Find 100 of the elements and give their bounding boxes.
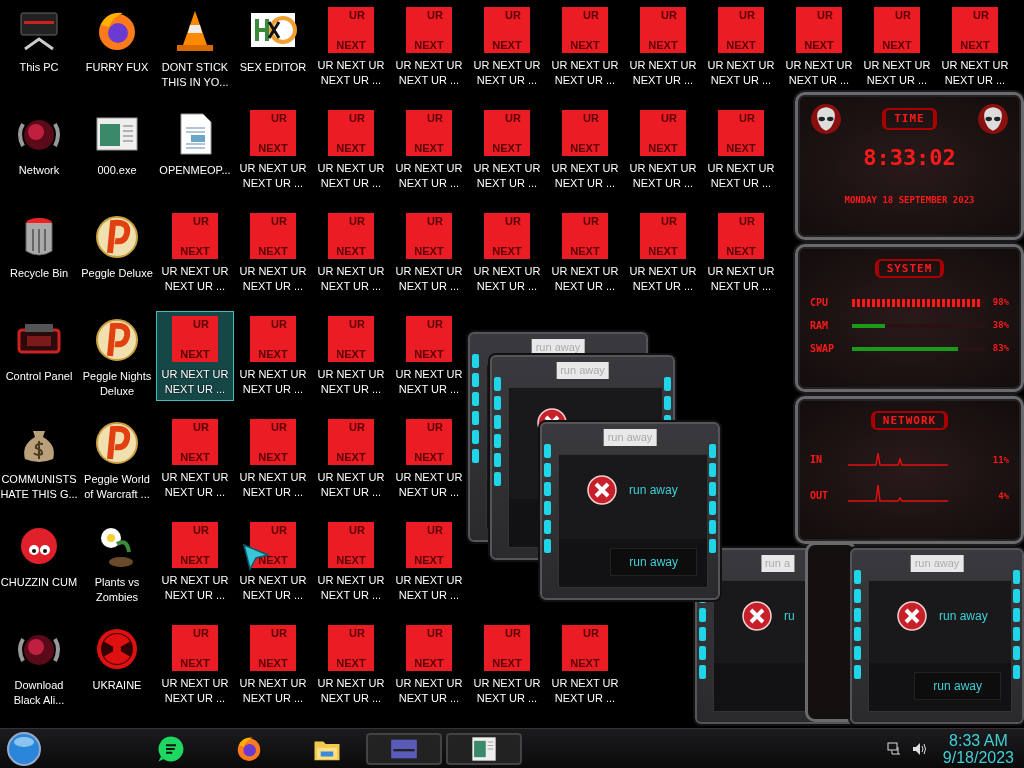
network-icon[interactable] xyxy=(886,740,903,757)
desktop-shortcut[interactable]: Download Black Ali... xyxy=(0,620,78,712)
indicator-light xyxy=(699,665,706,679)
indicator-light xyxy=(1013,570,1020,584)
indicator-light xyxy=(472,392,479,406)
indicator-light xyxy=(664,377,671,391)
desktop-shortcut[interactable]: UR NEXT UR NEXT UR NEXT UR ... xyxy=(390,414,468,504)
tile-image: UR NEXT xyxy=(328,625,374,671)
tile-image: UR NEXT xyxy=(250,419,296,465)
tile-image: UR NEXT xyxy=(250,316,296,362)
window-icon xyxy=(470,734,498,763)
tile-image: UR NEXT xyxy=(328,522,374,568)
desktop-shortcut[interactable]: UR NEXT UR NEXT UR NEXT UR ... xyxy=(156,414,234,504)
desktop-shortcut[interactable]: UR NEXT UR NEXT UR NEXT UR ... xyxy=(234,105,312,195)
tile-image: UR NEXT xyxy=(250,522,296,568)
desktop-shortcut[interactable]: UKRAINE xyxy=(78,620,156,697)
indicator-light xyxy=(1013,665,1020,679)
desktop-shortcut[interactable]: OPENMEOP... xyxy=(156,105,234,182)
desktop-shortcut[interactable]: UR NEXT UR NEXT UR NEXT UR ... xyxy=(546,208,624,298)
desktop-shortcut[interactable]: UR NEXT UR NEXT UR NEXT UR ... xyxy=(546,105,624,195)
desktop-shortcut[interactable]: UR NEXT UR NEXT UR NEXT UR ... xyxy=(390,105,468,195)
dialog-message: run away xyxy=(939,608,988,625)
tile-image: UR NEXT xyxy=(484,110,530,156)
desktop-shortcut[interactable]: UR NEXT UR NEXT UR NEXT UR ... xyxy=(468,208,546,298)
letter-badge-icon xyxy=(93,213,141,261)
indicator-light xyxy=(472,449,479,463)
desktop-shortcut[interactable]: CHUZZIN CUM xyxy=(0,517,78,594)
desktop-shortcut[interactable]: COMMUNISTS HATE THIS G... xyxy=(0,414,78,506)
indicator-light xyxy=(472,354,479,368)
desktop-shortcut[interactable]: UR NEXT UR NEXT UR NEXT UR ... xyxy=(624,105,702,195)
dialog-message: ru xyxy=(784,608,795,625)
tile-image: UR NEXT xyxy=(562,213,608,259)
clock-time[interactable]: 8:33 AM xyxy=(942,731,1014,749)
tile-image: UR NEXT xyxy=(952,7,998,53)
desktop-shortcut[interactable]: UR NEXT UR NEXT UR NEXT UR ... xyxy=(234,620,312,710)
taskbar-app[interactable] xyxy=(446,732,522,765)
indicator-light xyxy=(1013,589,1020,603)
desktop-shortcut[interactable]: UR NEXT UR NEXT UR NEXT UR ... xyxy=(156,311,234,401)
desktop-shortcut[interactable]: UR NEXT UR NEXT UR NEXT UR ... xyxy=(312,620,390,710)
dialog-button[interactable]: run away xyxy=(610,548,697,576)
indicator-light xyxy=(544,463,551,477)
tile-image: UR NEXT xyxy=(172,522,218,568)
desktop-shortcut[interactable]: UR NEXT UR NEXT UR NEXT UR ... xyxy=(390,208,468,298)
desktop-shortcut[interactable]: UR NEXT UR NEXT UR NEXT UR ... xyxy=(312,414,390,504)
desktop-shortcut[interactable]: UR NEXT UR NEXT UR NEXT UR ... xyxy=(702,105,780,195)
desktop-shortcut[interactable]: 000.exe xyxy=(78,105,156,182)
desktop-shortcut[interactable]: UR NEXT UR NEXT UR NEXT UR ... xyxy=(702,2,780,92)
desktop-shortcut[interactable]: Network xyxy=(0,105,78,182)
desktop-shortcut[interactable]: UR NEXT UR NEXT UR NEXT UR ... xyxy=(312,208,390,298)
indicator-light xyxy=(544,520,551,534)
desktop-shortcut[interactable]: UR NEXT UR NEXT UR NEXT UR ... xyxy=(702,208,780,298)
desktop-shortcut[interactable]: UR NEXT UR NEXT UR NEXT UR ... xyxy=(156,208,234,298)
desktop-shortcut[interactable]: UR NEXT UR NEXT UR NEXT UR ... xyxy=(156,517,234,607)
indicator-light xyxy=(699,608,706,622)
desktop-shortcut[interactable]: UR NEXT UR NEXT UR NEXT UR ... xyxy=(780,2,858,92)
desktop-shortcut[interactable]: UR NEXT UR NEXT UR NEXT UR ... xyxy=(390,2,468,92)
tile-image: UR NEXT xyxy=(640,213,686,259)
desktop-shortcut[interactable]: UR NEXT UR NEXT UR NEXT UR ... xyxy=(624,208,702,298)
clock-text: 8:33:02 xyxy=(862,144,957,172)
clock-date[interactable]: 9/18/2023 xyxy=(942,748,1014,766)
desktop-shortcut[interactable]: UR NEXT UR NEXT UR NEXT UR ... xyxy=(312,517,390,607)
desktop-shortcut[interactable]: UR NEXT UR NEXT UR NEXT UR ... xyxy=(858,2,936,92)
tile-image: UR NEXT xyxy=(250,213,296,259)
desktop-shortcut[interactable]: Recycle Bin xyxy=(0,208,78,285)
desktop-shortcut[interactable]: UR NEXT UR NEXT UR NEXT UR ... xyxy=(468,620,546,710)
desktop-shortcut[interactable]: SEX EDITOR xyxy=(234,2,312,79)
tile-image: UR NEXT xyxy=(406,110,452,156)
desktop-shortcut[interactable]: This PC xyxy=(0,2,78,79)
desktop-shortcut[interactable]: Peggle World of Warcraft ... xyxy=(78,414,156,506)
desktop-shortcut[interactable]: UR NEXT UR NEXT UR NEXT UR ... xyxy=(468,2,546,92)
desktop-shortcut[interactable]: UR NEXT UR NEXT UR NEXT UR ... xyxy=(546,2,624,92)
desktop-shortcut[interactable]: Plants vs Zombies xyxy=(78,517,156,609)
desktop-shortcut[interactable]: UR NEXT UR NEXT UR NEXT UR ... xyxy=(390,620,468,710)
desktop-shortcut[interactable]: UR NEXT UR NEXT UR NEXT UR ... xyxy=(234,414,312,504)
desktop-shortcut[interactable]: UR NEXT UR NEXT UR NEXT UR ... xyxy=(312,105,390,195)
desktop-shortcut[interactable]: Peggle Deluxe xyxy=(78,208,156,285)
desktop-shortcut[interactable]: Peggle Nights Deluxe xyxy=(78,311,156,403)
desktop-shortcut[interactable]: UR NEXT UR NEXT UR NEXT UR ... xyxy=(156,620,234,710)
desktop-shortcut[interactable]: UR NEXT UR NEXT UR NEXT UR ... xyxy=(624,2,702,92)
desktop-shortcut[interactable]: UR NEXT UR NEXT UR NEXT UR ... xyxy=(390,311,468,401)
indicator-light xyxy=(544,444,551,458)
start-button[interactable] xyxy=(6,730,42,767)
desktop-shortcut[interactable]: UR NEXT UR NEXT UR NEXT UR ... xyxy=(468,105,546,195)
desktop-shortcut[interactable]: UR NEXT UR NEXT UR NEXT UR ... xyxy=(234,517,312,607)
indicator-light xyxy=(544,501,551,515)
desktop-shortcut[interactable]: UR NEXT UR NEXT UR NEXT UR ... xyxy=(234,208,312,298)
desktop-shortcut[interactable]: Control Panel xyxy=(0,311,78,388)
desktop-shortcut[interactable]: UR NEXT UR NEXT UR NEXT UR ... xyxy=(546,620,624,710)
desktop-shortcut[interactable]: FURRY FUX xyxy=(78,2,156,79)
tile-image: UR NEXT xyxy=(250,110,296,156)
dialog-button[interactable]: run away xyxy=(914,672,1001,700)
desktop-shortcut[interactable]: UR NEXT UR NEXT UR NEXT UR ... xyxy=(312,2,390,92)
desktop-shortcut[interactable]: UR NEXT UR NEXT UR NEXT UR ... xyxy=(390,517,468,607)
dialog-title: run a xyxy=(760,555,795,572)
desktop-shortcut[interactable]: UR NEXT UR NEXT UR NEXT UR ... xyxy=(936,2,1014,92)
desktop-shortcut[interactable]: UR NEXT UR NEXT UR NEXT UR ... xyxy=(234,311,312,401)
tile-image: UR NEXT xyxy=(250,625,296,671)
indicator-light xyxy=(854,608,861,622)
desktop-shortcut[interactable]: DONT STICK THIS IN YO... xyxy=(156,2,234,94)
desktop-shortcut[interactable]: UR NEXT UR NEXT UR NEXT UR ... xyxy=(312,311,390,401)
